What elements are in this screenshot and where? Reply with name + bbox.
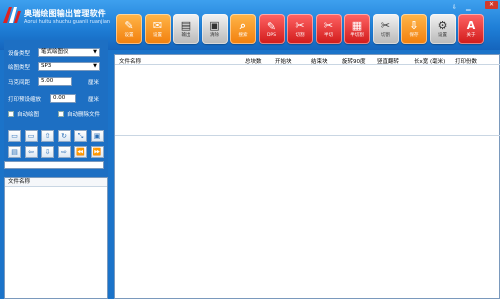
tool-icon-button[interactable]: ⇦ [24, 146, 38, 158]
toolbar-button-label: 关于 [466, 33, 476, 38]
toolbar-button-10[interactable]: ⇩ 保存 [401, 14, 427, 44]
tool-icon-button[interactable]: ⤡ [74, 130, 87, 142]
checkbox-box[interactable] [8, 110, 14, 117]
toolbar-button-label: DPS [266, 32, 277, 38]
margin-input[interactable]: 5.00 [38, 77, 72, 86]
toolbar-button-11[interactable]: ⚙ 设置 [429, 14, 456, 44]
column-header[interactable]: 旋转90度 [342, 57, 366, 65]
toolbar-button-7[interactable]: ✂ 半切 [315, 14, 342, 44]
column-header[interactable]: 长x宽 (毫米) [414, 57, 445, 65]
tool-icon-button[interactable]: ▭ [8, 130, 21, 142]
toolbar-button-4[interactable]: ⌕ 搜索 [230, 14, 256, 44]
preview-label: 打印预设缩放 [8, 96, 42, 103]
toolbar-button-12[interactable]: A 关于 [458, 14, 484, 44]
tool-icon-button[interactable]: ▣ [90, 130, 104, 142]
toolbar-icon: ⚙ [437, 19, 448, 32]
app-subtitle: Aorui huitu shuchu guanli ruanjian [24, 19, 111, 25]
format-value: SP3 [41, 63, 52, 69]
auto-plot-checkbox[interactable]: 自动绘图 [8, 109, 39, 118]
toolbar-button-8[interactable]: ▦ 半切割 [344, 14, 370, 44]
tool-icon-button[interactable]: ↻ [57, 130, 71, 142]
file-list-header: 文件名称 [5, 178, 107, 187]
toolbar-button-label: 搜索 [238, 33, 248, 38]
tool-icon-button[interactable]: ⏩ [90, 146, 104, 158]
device-type-select[interactable]: 笔式绘图仪 ▼ [38, 48, 100, 57]
device-type-label: 设备类型 [8, 50, 31, 57]
margin-unit: 厘米 [88, 79, 100, 86]
toolbar-button-label: 设置 [153, 33, 162, 38]
toolbar-button-label: 切割 [295, 33, 305, 38]
tool-icon-button[interactable]: ▭ [24, 130, 38, 142]
tool-icon-button[interactable]: ⇨ [57, 146, 71, 158]
format-label: 绘图类型 [8, 64, 31, 71]
format-select[interactable]: SP3 ▼ [38, 62, 100, 71]
toolbar-button-9[interactable]: ✂ 切割 [372, 14, 399, 44]
auto-delete-label: 自动删除文件 [67, 111, 101, 118]
app-title: 奥瑞绘图输出管理软件 [24, 9, 106, 18]
tool-icon-button[interactable]: ⇧ [41, 130, 54, 142]
toolbar-button-label: 半切割 [350, 33, 364, 38]
toolbar-button-label: 设置 [438, 33, 447, 38]
toolbar-icon: ⌕ [239, 19, 247, 32]
toolbar-button-label: 保存 [409, 33, 419, 38]
device-type-value: 笔式绘图仪 [41, 49, 69, 55]
toolbar-icon: ⇩ [409, 19, 419, 32]
toolbar-button-label: 半切 [324, 33, 333, 38]
chevron-down-icon: ▼ [93, 49, 97, 55]
checkbox-box[interactable] [58, 110, 64, 117]
toolbar-button-3[interactable]: ▣ 清除 [201, 14, 228, 44]
toolbar-icon: ✂ [380, 19, 391, 32]
toolbar-button-1[interactable]: ✉ 设置 [144, 14, 171, 44]
toolbar-icon: ✎ [124, 19, 134, 32]
column-header[interactable]: 总块数 [245, 57, 262, 65]
column-header[interactable]: 打印份数 [455, 57, 477, 65]
toolbar-button-6[interactable]: ✂ 切割 [287, 14, 313, 44]
column-header[interactable]: 开始块 [275, 57, 292, 65]
toolbar-button-label: 切割 [381, 33, 390, 38]
toolbar-button-label: 输出 [181, 33, 191, 38]
toolbar-button-0[interactable]: ✎ 设置 [116, 14, 142, 44]
file-list-panel[interactable]: 文件名称 [4, 177, 108, 299]
download-icon[interactable]: ⇩ [452, 4, 457, 11]
tool-icon-button[interactable]: ⏪ [74, 146, 87, 158]
column-header[interactable]: 结束块 [311, 57, 328, 65]
margin-label: 马克间距 [8, 79, 31, 86]
toolbar-icon: ✂ [323, 19, 334, 32]
app-logo-icon [3, 7, 21, 23]
toolbar-button-2[interactable]: ▤ 输出 [173, 14, 199, 44]
auto-plot-label: 自动绘图 [17, 111, 40, 118]
toolbar-icon: ✉ [152, 19, 163, 32]
toolbar-icon: ▦ [351, 19, 363, 32]
tool-icon-button[interactable]: ⇩ [41, 146, 54, 158]
job-table[interactable]: 文件名称 总块数 开始块 结束块 旋转90度 竖直翻转 长x宽 (毫米) 打印份数 [114, 54, 500, 299]
toolbar-icon: ✎ [266, 19, 277, 33]
toolbar-icon: ▣ [209, 19, 220, 32]
filter-input[interactable] [4, 161, 104, 169]
tool-icon-button[interactable]: ▤ [8, 146, 21, 158]
auto-delete-checkbox[interactable]: 自动删除文件 [58, 109, 100, 118]
job-table-header: 文件名称 总块数 开始块 结束块 旋转90度 竖直翻转 长x宽 (毫米) 打印份数 [115, 55, 500, 65]
toolbar-icon: ✂ [295, 19, 305, 32]
chevron-down-icon: ▼ [93, 63, 97, 69]
preview-input[interactable]: 0.00 [50, 94, 76, 103]
column-header[interactable]: 文件名称 [119, 57, 141, 65]
preview-unit: 厘米 [88, 96, 100, 103]
toolbar-button-label: 设置 [124, 33, 134, 38]
column-header[interactable]: 竖直翻转 [377, 57, 399, 65]
minimize-button[interactable]: ▁ [466, 4, 471, 11]
toolbar-icon: A [466, 19, 476, 32]
toolbar-icon: ▤ [180, 19, 192, 32]
toolbar-button-label: 清除 [210, 33, 219, 38]
close-button[interactable]: ✕ [485, 1, 498, 9]
toolbar-button-5[interactable]: ✎ DPS [258, 14, 285, 44]
table-divider [115, 135, 500, 136]
